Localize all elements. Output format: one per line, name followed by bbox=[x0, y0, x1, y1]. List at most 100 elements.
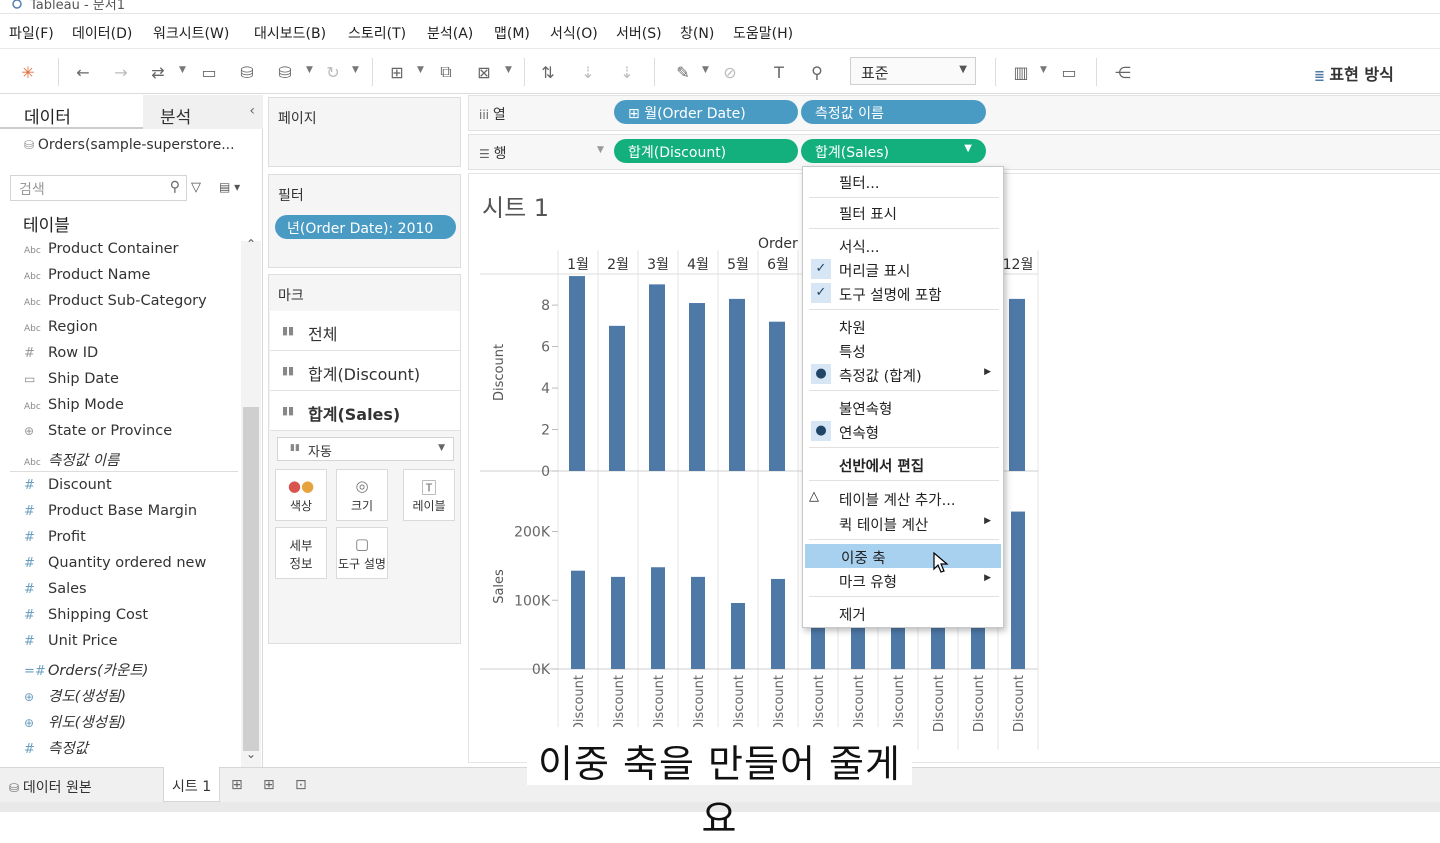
menu-data[interactable]: 데이터(D) bbox=[72, 23, 132, 43]
datasource-item[interactable]: ⛁ Orders(sample-superstore... bbox=[24, 137, 235, 153]
fit-dropdown[interactable]: 표준 ▼ bbox=[850, 57, 976, 85]
mark-type-dropdown[interactable]: ▮▮ 자동 ▼ bbox=[277, 437, 454, 461]
menu-item-include-tooltip[interactable]: ✓ 도구 설명에 포함 bbox=[803, 281, 1003, 305]
field-unit-price[interactable]: # Unit Price bbox=[24, 633, 118, 657]
pin-icon[interactable]: ⚲ bbox=[804, 60, 830, 84]
duplicate-sheet-icon[interactable]: ⧉ bbox=[433, 60, 459, 84]
menu-item-remove[interactable]: 제거 bbox=[803, 601, 1003, 625]
search-input[interactable]: 검색 ⚲ bbox=[10, 175, 187, 201]
pill-sum-sales[interactable]: 합계(Sales) ▼ bbox=[801, 139, 986, 163]
tooltip-button[interactable]: ▢ 도구 설명 bbox=[336, 527, 388, 579]
menu-item-show-filter[interactable]: 필터 표시 bbox=[803, 200, 1003, 224]
field-row-id[interactable]: # Row ID bbox=[24, 345, 98, 369]
pill-dropdown-icon[interactable]: ▼ bbox=[964, 143, 972, 154]
new-dashboard-tab-icon[interactable]: ⊞ bbox=[263, 777, 275, 793]
field-profit[interactable]: # Profit bbox=[24, 529, 86, 553]
menu-map[interactable]: 맵(M) bbox=[494, 23, 530, 43]
field-ship-mode[interactable]: Abc Ship Mode bbox=[24, 397, 124, 421]
menu-file[interactable]: 파일(F) bbox=[9, 23, 54, 43]
sheet-tab-1[interactable]: 시트 1 bbox=[163, 767, 220, 802]
datasource-tab[interactable]: ⛁ 데이터 원본 bbox=[9, 777, 92, 797]
pause-update-icon[interactable]: ⛁ bbox=[272, 60, 298, 84]
menu-item-format[interactable]: 서식... bbox=[803, 233, 1003, 257]
share-icon[interactable]: ⋲ bbox=[1110, 60, 1136, 84]
sort-descending-icon[interactable]: ⇣ bbox=[614, 60, 640, 84]
show-me-button[interactable]: ≣ 표현 방식 bbox=[1314, 61, 1394, 85]
save-icon[interactable]: ▭ bbox=[196, 60, 222, 84]
menu-item-measure-sum[interactable]: ● 측정값 (합계) ▶ bbox=[803, 362, 1003, 386]
field-longitude[interactable]: ⊕ 경도(생성됨) bbox=[24, 685, 126, 709]
menu-item-show-header[interactable]: ✓ 머리글 표시 bbox=[803, 257, 1003, 281]
scroll-down-icon[interactable]: ⌄ bbox=[246, 747, 256, 761]
menu-item-dimension[interactable]: 차원 bbox=[803, 314, 1003, 338]
menu-worksheet[interactable]: 워크시트(W) bbox=[153, 23, 229, 43]
refresh-icon[interactable]: ↻ bbox=[320, 60, 346, 84]
field-sales[interactable]: # Sales bbox=[24, 581, 87, 605]
marks-row-all[interactable]: ▮▮ 전체 bbox=[270, 311, 460, 351]
label-button[interactable]: 🅃 레이블 bbox=[403, 469, 455, 521]
scrollbar-thumb[interactable] bbox=[243, 407, 259, 751]
new-datasource-icon[interactable]: ⛁ bbox=[234, 60, 260, 84]
field-measure-names[interactable]: Abc 측정값 이름 bbox=[24, 449, 119, 473]
filter-pill-year[interactable]: 년(Order Date): 2010 bbox=[275, 215, 456, 239]
menu-format[interactable]: 서식(O) bbox=[550, 23, 598, 43]
menu-item-mark-type[interactable]: 마크 유형 ▶ bbox=[803, 568, 1003, 592]
menu-help[interactable]: 도움말(H) bbox=[733, 23, 793, 43]
field-product-sub-category[interactable]: Abc Product Sub-Category bbox=[24, 293, 207, 317]
menu-analysis[interactable]: 분석(A) bbox=[427, 23, 473, 43]
collapse-chevron-icon[interactable]: ‹ bbox=[249, 103, 255, 119]
filter-icon[interactable]: ▽ bbox=[191, 180, 201, 195]
menu-item-edit-in-shelf[interactable]: 선반에서 편집 bbox=[803, 452, 1003, 476]
menu-item-continuous[interactable]: ● 연속형 bbox=[803, 419, 1003, 443]
undo-icon[interactable]: ← bbox=[70, 60, 96, 84]
menu-item-dual-axis[interactable]: 이중 축 bbox=[805, 544, 1001, 568]
show-labels-icon[interactable]: T bbox=[766, 60, 792, 84]
field-product-container[interactable]: Abc Product Container bbox=[24, 241, 179, 265]
swap-icon[interactable]: ⇄ bbox=[145, 60, 171, 84]
field-region[interactable]: Abc Region bbox=[24, 319, 98, 343]
clear-sheet-icon[interactable]: ⊠ bbox=[471, 60, 497, 84]
pill-sum-discount[interactable]: 합계(Discount) bbox=[614, 139, 798, 163]
field-product-base-margin[interactable]: # Product Base Margin bbox=[24, 503, 197, 527]
menu-server[interactable]: 서버(S) bbox=[616, 23, 662, 43]
menu-item-quick-table-calc[interactable]: 퀵 테이블 계산 ▶ bbox=[803, 511, 1003, 535]
size-button[interactable]: ◎ 크기 bbox=[336, 469, 388, 521]
data-pane-scrollbar[interactable]: ⌃ ⌄ bbox=[241, 237, 261, 769]
pages-card[interactable]: 페이지 bbox=[268, 97, 461, 167]
sort-ascending-icon[interactable]: ⇣ bbox=[575, 60, 601, 84]
pill-measure-names[interactable]: 측정값 이름 bbox=[801, 100, 986, 124]
field-discount[interactable]: # Discount bbox=[24, 477, 112, 501]
tab-analysis[interactable]: 분석 ‹ bbox=[143, 95, 263, 129]
new-worksheet-icon[interactable]: ⊞ bbox=[384, 60, 410, 84]
pill-month-order-date[interactable]: ⊞ 월(Order Date) bbox=[614, 100, 798, 124]
filters-card[interactable]: 필터 년(Order Date): 2010 bbox=[268, 174, 461, 268]
swap-rows-columns-icon[interactable]: ⇅ bbox=[535, 60, 561, 84]
menu-dashboard[interactable]: 대시보드(B) bbox=[254, 23, 326, 43]
show-cards-icon[interactable]: ▥ bbox=[1008, 60, 1034, 84]
field-orders-count[interactable]: =# Orders(카운트) bbox=[24, 659, 148, 683]
field-ship-date[interactable]: ▭ Ship Date bbox=[24, 371, 119, 395]
menu-item-add-table-calc[interactable]: △ 테이블 계산 추가... bbox=[803, 486, 1003, 510]
field-product-name[interactable]: Abc Product Name bbox=[24, 267, 150, 291]
detail-button[interactable]: 세부 정보 bbox=[275, 527, 327, 579]
menu-item-filter[interactable]: 필터... bbox=[803, 169, 1003, 193]
marks-row-discount[interactable]: ▮▮ 합계(Discount) bbox=[270, 351, 460, 391]
scroll-up-icon[interactable]: ⌃ bbox=[246, 237, 256, 251]
new-worksheet-tab-icon[interactable]: ⊞ bbox=[231, 777, 243, 793]
presentation-mode-icon[interactable]: ▭ bbox=[1056, 60, 1082, 84]
redo-icon[interactable]: → bbox=[108, 60, 134, 84]
menu-window[interactable]: 창(N) bbox=[680, 23, 714, 43]
menu-item-attribute[interactable]: 특성 bbox=[803, 338, 1003, 362]
field-measure-values[interactable]: # 측정값 bbox=[24, 737, 88, 761]
color-button[interactable]: ●● 색상 bbox=[275, 469, 327, 521]
new-story-tab-icon[interactable]: ⊡ bbox=[295, 777, 307, 793]
highlight-icon[interactable]: ✎ bbox=[670, 60, 696, 84]
view-options-icon[interactable]: ▤ ▾ bbox=[219, 180, 240, 194]
group-icon[interactable]: ⊘ bbox=[717, 60, 743, 84]
field-latitude[interactable]: ⊕ 위도(생성됨) bbox=[24, 711, 126, 735]
menu-story[interactable]: 스토리(T) bbox=[348, 23, 406, 43]
menu-item-discrete[interactable]: 불연속형 bbox=[803, 395, 1003, 419]
field-quantity-ordered-new[interactable]: # Quantity ordered new bbox=[24, 555, 206, 579]
field-shipping-cost[interactable]: # Shipping Cost bbox=[24, 607, 148, 631]
tab-data[interactable]: 데이터 bbox=[0, 95, 143, 129]
